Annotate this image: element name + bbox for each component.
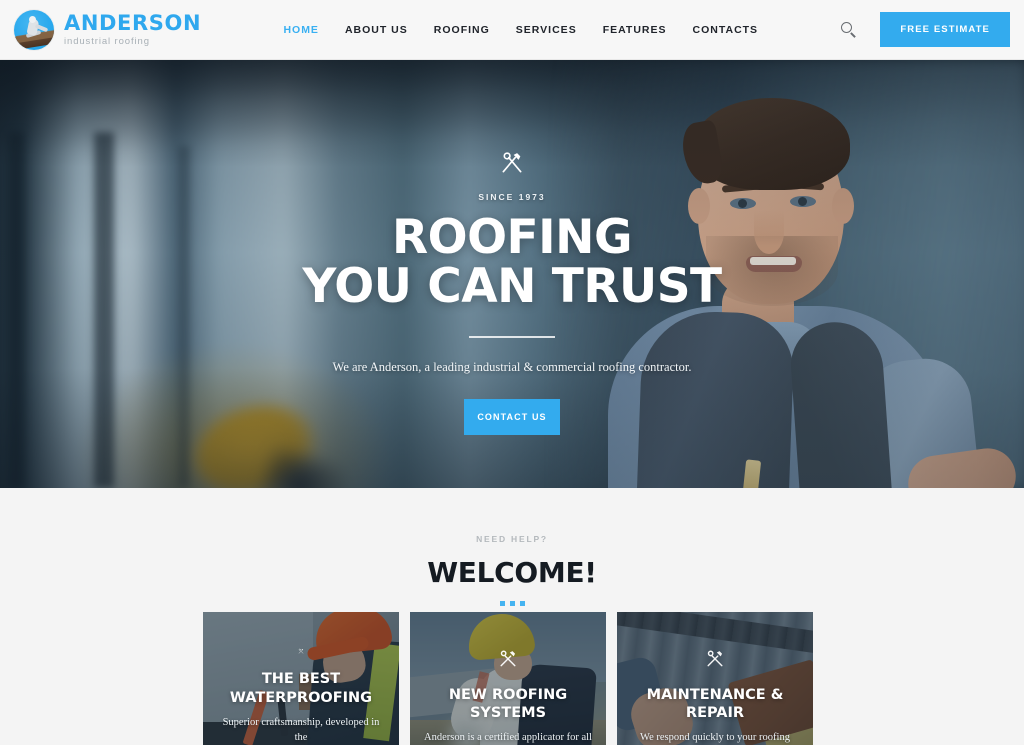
card-title: THE BEST WATERPROOFING: [229, 671, 373, 707]
service-card-new-roofing-systems[interactable]: NEW ROOFING SYSTEMS Anderson is a certif…: [410, 612, 606, 745]
nav-item-contacts[interactable]: CONTACTS: [693, 24, 759, 36]
card-title: MAINTENANCE & REPAIR: [646, 686, 784, 722]
welcome-section: NEED HELP? WELCOME!: [0, 488, 1024, 606]
welcome-dots: [0, 601, 1024, 606]
service-cards: THE BEST WATERPROOFING Superior craftsma…: [203, 612, 813, 745]
main-nav: HOME ABOUT US ROOFING SERVICES FEATURES …: [283, 24, 758, 36]
hero-since-label: SINCE 1973: [478, 192, 546, 202]
nav-item-home[interactable]: HOME: [283, 24, 319, 36]
hero-title-line1: ROOFING: [391, 210, 633, 265]
free-estimate-button[interactable]: FREE ESTIMATE: [880, 12, 1010, 47]
card-title: NEW ROOFING SYSTEMS: [448, 686, 568, 722]
hero-title-line2: YOU CAN TRUST: [302, 258, 722, 314]
contact-us-button[interactable]: CONTACT US: [464, 398, 560, 435]
hero-divider: [469, 335, 555, 338]
search-icon[interactable]: [840, 21, 858, 39]
crossed-wrench-screwdriver-icon: [298, 648, 304, 654]
crossed-wrench-screwdriver-icon: [500, 650, 516, 667]
welcome-dot: [519, 601, 525, 606]
page-root: ANDERSON industrial roofing HOME ABOUT U…: [0, 0, 1024, 745]
welcome-dot: [509, 601, 515, 606]
welcome-eyebrow: NEED HELP?: [476, 534, 548, 544]
nav-item-about-us[interactable]: ABOUT US: [345, 24, 408, 36]
logo-tagline: industrial roofing: [64, 35, 150, 47]
nav-item-roofing[interactable]: ROOFING: [434, 24, 490, 36]
hero-section: SINCE 1973 ROOFING YOU CAN TRUST We are …: [0, 60, 1024, 488]
logo-name: ANDERSON: [64, 10, 202, 35]
card-body: Superior craftsmanship, developed in the: [222, 716, 380, 743]
nav-item-services[interactable]: SERVICES: [516, 24, 577, 36]
nav-item-features[interactable]: FEATURES: [603, 24, 667, 36]
welcome-title: WELCOME!: [427, 556, 597, 589]
card-body: Anderson is a certified applicator for a…: [424, 731, 592, 743]
hero-subtitle: We are Anderson, a leading industrial & …: [332, 359, 692, 374]
hero-title: ROOFING YOU CAN TRUST: [302, 210, 722, 314]
site-logo[interactable]: ANDERSON industrial roofing: [14, 9, 202, 50]
card-body: We respond quickly to your roofing: [640, 731, 790, 743]
logo-text: ANDERSON industrial roofing: [64, 10, 202, 47]
service-card-waterproofing[interactable]: THE BEST WATERPROOFING Superior craftsma…: [203, 612, 399, 745]
site-header: ANDERSON industrial roofing HOME ABOUT U…: [0, 0, 1024, 60]
header-actions: FREE ESTIMATE: [840, 12, 1010, 47]
crossed-hammer-screwdriver-icon: [502, 152, 522, 173]
welcome-dot: [499, 601, 505, 606]
hero-content: SINCE 1973 ROOFING YOU CAN TRUST We are …: [0, 60, 1024, 488]
roofer-logo-icon: [14, 9, 54, 50]
service-card-maintenance-repair[interactable]: MAINTENANCE & REPAIR We respond quickly …: [617, 612, 813, 745]
crossed-wrench-screwdriver-icon: [707, 650, 723, 667]
